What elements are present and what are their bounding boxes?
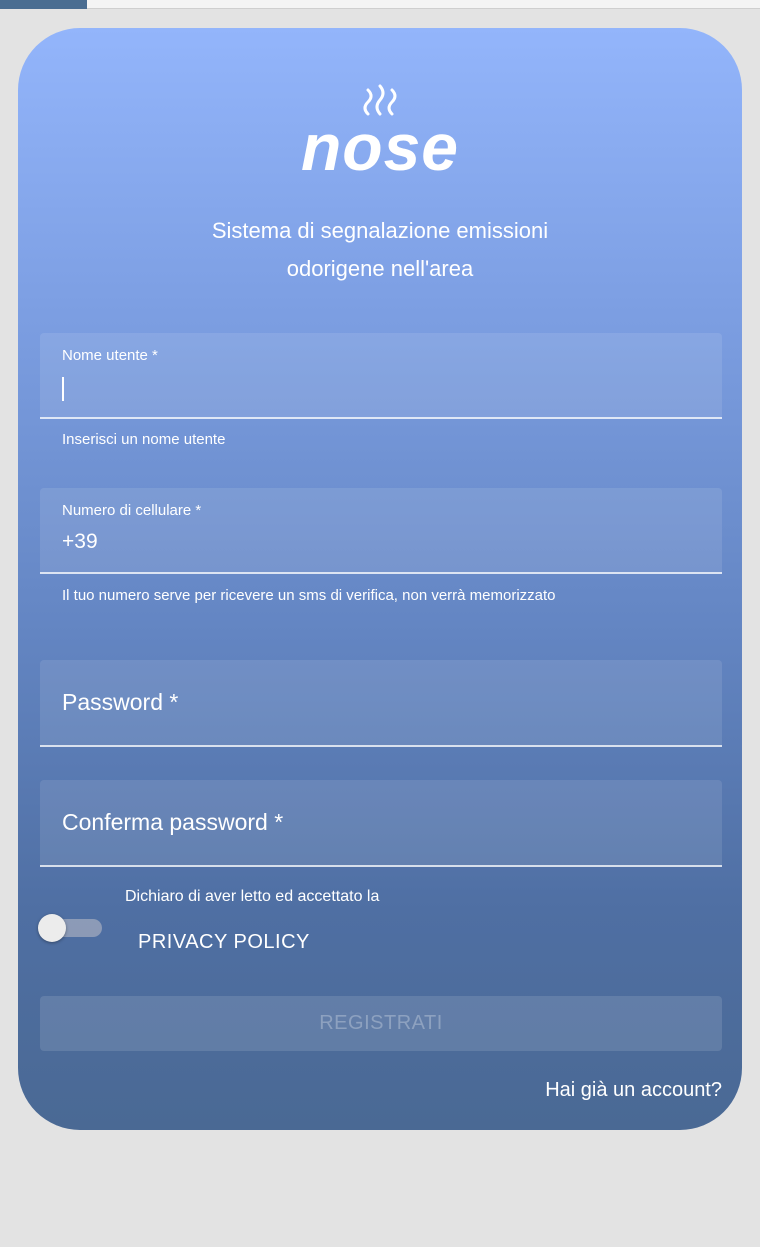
phone-label: Numero di cellulare * xyxy=(62,502,202,519)
privacy-toggle[interactable] xyxy=(38,914,102,942)
password-field[interactable]: Password * xyxy=(40,660,722,747)
privacy-policy-link[interactable]: PRIVACY POLICY xyxy=(138,931,310,954)
confirm-password-field[interactable]: Conferma password * xyxy=(40,780,722,867)
phone-field[interactable]: Numero di cellulare * +39 xyxy=(40,488,722,574)
app-logo: nose xyxy=(18,84,742,180)
top-accent-bar xyxy=(0,0,87,9)
username-field[interactable]: Nome utente * xyxy=(40,333,722,419)
confirm-password-label: Conferma password * xyxy=(62,809,284,835)
phone-value: +39 xyxy=(62,530,98,553)
privacy-statement: Dichiaro di aver letto ed accettato la xyxy=(125,888,380,905)
register-card: nose Sistema di segnalazione emissioni o… xyxy=(18,28,742,1130)
password-label: Password * xyxy=(62,689,179,715)
register-button[interactable]: REGISTRATI xyxy=(40,996,722,1051)
tagline-line-2: odorigene nell'area xyxy=(286,256,474,281)
top-bar xyxy=(0,0,760,9)
existing-account-link[interactable]: Hai già un account? xyxy=(545,1079,722,1102)
toggle-knob xyxy=(38,914,66,942)
tagline-line-1: Sistema di segnalazione emissioni xyxy=(211,218,549,243)
logo-wordmark: nose xyxy=(300,110,460,184)
username-helper: Inserisci un nome utente xyxy=(62,431,226,448)
app-tagline: Sistema di segnalazione emissioni odorig… xyxy=(18,212,742,288)
phone-helper: Il tuo numero serve per ricevere un sms … xyxy=(62,587,556,604)
username-label: Nome utente * xyxy=(62,347,158,364)
text-cursor xyxy=(62,377,64,401)
